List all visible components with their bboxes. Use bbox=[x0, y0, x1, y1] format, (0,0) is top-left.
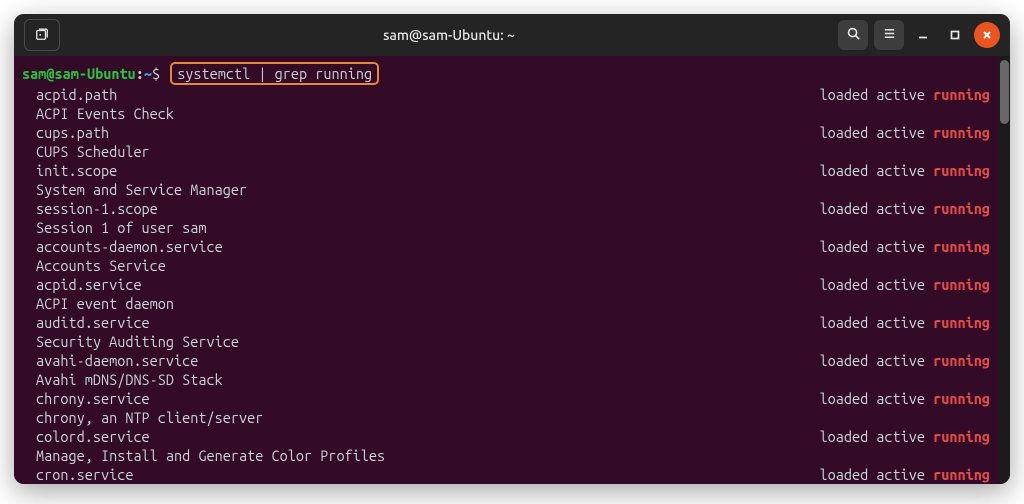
close-icon bbox=[982, 27, 992, 43]
unit-name: accounts-daemon.service bbox=[22, 237, 223, 256]
unit-name: acpid.path bbox=[22, 85, 117, 104]
titlebar: sam@sam-Ubuntu: ~ bbox=[14, 14, 1010, 56]
unit-status: loaded active running bbox=[819, 161, 998, 180]
minimize-icon bbox=[918, 27, 928, 43]
unit-description: ACPI event daemon bbox=[22, 294, 174, 313]
systemctl-row: accounts-daemon.service loaded active run… bbox=[22, 237, 998, 256]
systemctl-desc-row: ACPI event daemon bbox=[22, 294, 998, 313]
unit-status: loaded active running bbox=[819, 465, 998, 484]
command-highlight: systemctl | grep running bbox=[170, 62, 379, 85]
systemctl-row: avahi-daemon.service loaded active runnin… bbox=[22, 351, 998, 370]
systemctl-desc-row: Security Auditing Service bbox=[22, 332, 998, 351]
new-tab-button[interactable] bbox=[24, 19, 60, 51]
unit-name: init.scope bbox=[22, 161, 117, 180]
systemctl-desc-row: Manage, Install and Generate Color Profi… bbox=[22, 446, 998, 465]
maximize-icon bbox=[950, 27, 960, 43]
hamburger-icon bbox=[882, 26, 897, 44]
new-tab-icon bbox=[35, 27, 49, 44]
unit-description: System and Service Manager bbox=[22, 180, 247, 199]
prompt-sigil: $ bbox=[152, 65, 160, 82]
unit-name: session-1.scope bbox=[22, 199, 158, 218]
systemctl-row: session-1.scope loaded active running bbox=[22, 199, 998, 218]
prompt-path: ~ bbox=[144, 65, 152, 82]
search-button[interactable] bbox=[838, 20, 868, 50]
unit-description: Manage, Install and Generate Color Profi… bbox=[22, 446, 385, 465]
prompt-user-host: sam@sam-Ubuntu bbox=[22, 65, 136, 82]
systemctl-row: cron.service loaded active running bbox=[22, 465, 998, 484]
unit-description: Security Auditing Service bbox=[22, 332, 239, 351]
systemctl-row: acpid.service loaded active running bbox=[22, 275, 998, 294]
systemctl-desc-row: Avahi mDNS/DNS-SD Stack bbox=[22, 370, 998, 389]
unit-name: chrony.service bbox=[22, 389, 150, 408]
unit-status: loaded active running bbox=[819, 427, 998, 446]
maximize-button[interactable] bbox=[942, 22, 968, 48]
unit-status: loaded active running bbox=[819, 389, 998, 408]
unit-name: acpid.service bbox=[22, 275, 142, 294]
scrollbar-thumb[interactable] bbox=[1000, 60, 1009, 124]
prompt-line: sam@sam-Ubuntu:~$ systemctl | grep runni… bbox=[22, 62, 998, 85]
unit-description: CUPS Scheduler bbox=[22, 142, 150, 161]
prompt-separator: : bbox=[136, 65, 144, 82]
unit-name: avahi-daemon.service bbox=[22, 351, 198, 370]
unit-description: Accounts Service bbox=[22, 256, 166, 275]
menu-button[interactable] bbox=[874, 20, 904, 50]
unit-status: loaded active running bbox=[819, 199, 998, 218]
close-button[interactable] bbox=[974, 22, 1000, 48]
unit-status: loaded active running bbox=[819, 123, 998, 142]
systemctl-row: acpid.path loaded active running bbox=[22, 85, 998, 104]
unit-name: cron.service bbox=[22, 465, 133, 484]
systemctl-desc-row: Session 1 of user sam bbox=[22, 218, 998, 237]
unit-status: loaded active running bbox=[819, 237, 998, 256]
unit-description: Avahi mDNS/DNS-SD Stack bbox=[22, 370, 223, 389]
unit-description: ACPI Events Check bbox=[22, 104, 174, 123]
systemctl-desc-row: System and Service Manager bbox=[22, 180, 998, 199]
unit-description: chrony, an NTP client/server bbox=[22, 408, 263, 427]
systemctl-row: colord.service loaded active running bbox=[22, 427, 998, 446]
unit-status: loaded active running bbox=[819, 275, 998, 294]
systemctl-row: init.scope loaded active running bbox=[22, 161, 998, 180]
terminal-body: sam@sam-Ubuntu:~$ systemctl | grep runni… bbox=[14, 56, 1010, 484]
systemctl-row: cups.path loaded active running bbox=[22, 123, 998, 142]
systemctl-row: auditd.service loaded active running bbox=[22, 313, 998, 332]
terminal-window: sam@sam-Ubuntu: ~ bbox=[14, 14, 1010, 484]
window-title: sam@sam-Ubuntu: ~ bbox=[68, 27, 830, 43]
unit-status: loaded active running bbox=[819, 351, 998, 370]
systemctl-desc-row: CUPS Scheduler bbox=[22, 142, 998, 161]
systemctl-desc-row: chrony, an NTP client/server bbox=[22, 408, 998, 427]
command-text: systemctl | grep running bbox=[177, 65, 372, 82]
systemctl-desc-row: ACPI Events Check bbox=[22, 104, 998, 123]
unit-status: loaded active running bbox=[819, 313, 998, 332]
unit-name: colord.service bbox=[22, 427, 150, 446]
unit-name: auditd.service bbox=[22, 313, 150, 332]
unit-description: Session 1 of user sam bbox=[22, 218, 207, 237]
unit-status: loaded active running bbox=[819, 85, 998, 104]
systemctl-desc-row: Accounts Service bbox=[22, 256, 998, 275]
scrollbar-track[interactable] bbox=[998, 56, 1010, 484]
terminal-output[interactable]: sam@sam-Ubuntu:~$ systemctl | grep runni… bbox=[14, 56, 998, 484]
minimize-button[interactable] bbox=[910, 22, 936, 48]
search-icon bbox=[846, 26, 861, 44]
unit-name: cups.path bbox=[22, 123, 109, 142]
systemctl-row: chrony.service loaded active running bbox=[22, 389, 998, 408]
